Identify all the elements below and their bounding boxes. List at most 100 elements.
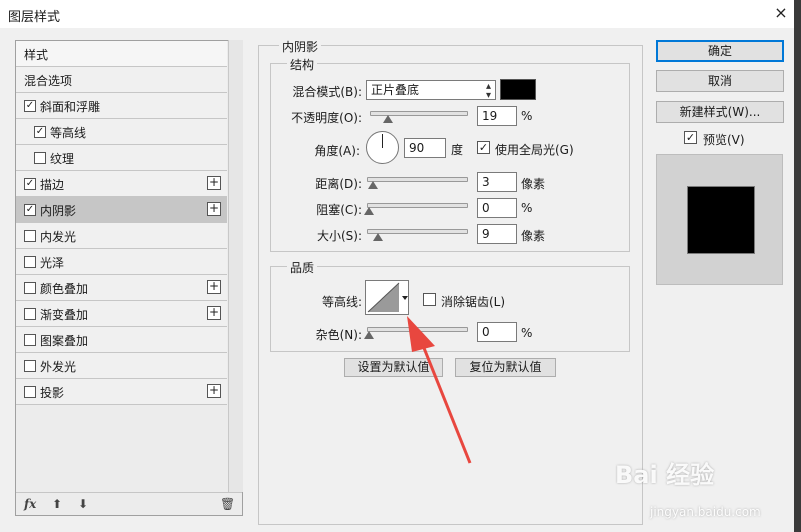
add-style-icon[interactable]: +	[207, 202, 221, 216]
checkmark-icon: ✓	[35, 126, 45, 137]
annotation-arrow	[407, 316, 472, 464]
style-list-item[interactable]: 样式	[16, 41, 227, 67]
style-item-checkbox[interactable]: ✓	[24, 204, 36, 216]
style-item-checkbox[interactable]: ✓	[24, 178, 36, 190]
style-item-checkbox[interactable]	[24, 334, 36, 346]
style-list-item[interactable]: 渐变叠加 +	[16, 301, 227, 327]
checkmark-icon: ✓	[25, 178, 35, 189]
angle-dial[interactable]	[366, 131, 399, 164]
opacity-slider-thumb[interactable]	[383, 115, 393, 123]
preview-checkbox[interactable]: ✓	[684, 131, 697, 144]
distance-unit: 像素	[521, 177, 546, 191]
distance-label: 距离(D):	[315, 177, 362, 191]
style-item-label: 投影	[40, 386, 65, 400]
blend-mode-value: 正片叠底	[371, 83, 420, 97]
style-item-label: 混合选项	[24, 74, 73, 88]
close-button[interactable]: ×	[769, 2, 793, 24]
style-item-checkbox[interactable]	[24, 386, 36, 398]
watermark-logo: Bai 经验	[615, 461, 715, 489]
style-item-checkbox[interactable]	[24, 360, 36, 372]
choke-input[interactable]: 0	[477, 198, 517, 218]
title-bar	[0, 0, 801, 28]
style-item-checkbox[interactable]	[24, 256, 36, 268]
inner-shadow-title: 内阴影	[279, 38, 322, 55]
style-item-checkbox[interactable]	[34, 152, 46, 164]
style-item-label: 渐变叠加	[40, 308, 89, 322]
angle-input[interactable]: 90	[404, 138, 446, 158]
distance-slider-thumb[interactable]	[368, 181, 378, 189]
contour-label: 等高线:	[321, 295, 362, 309]
opacity-unit: %	[521, 109, 533, 123]
size-input[interactable]: 9	[477, 224, 517, 244]
checkmark-icon: ✓	[25, 204, 35, 215]
style-list-scrollbar[interactable]	[228, 40, 243, 492]
add-style-icon[interactable]: +	[207, 176, 221, 190]
trash-icon[interactable]: 🗑	[220, 497, 235, 511]
noise-unit: %	[521, 326, 533, 340]
ok-button[interactable]: 确定	[656, 40, 784, 62]
style-list-item[interactable]: 内发光	[16, 223, 227, 249]
style-item-checkbox[interactable]: ✓	[24, 100, 36, 112]
shadow-color-swatch[interactable]	[500, 79, 536, 100]
choke-unit: %	[521, 201, 533, 215]
style-list-item[interactable]: 颜色叠加 +	[16, 275, 227, 301]
fx-icon[interactable]: fx	[24, 497, 36, 511]
style-list-item[interactable]: 外发光	[16, 353, 227, 379]
style-item-label: 斜面和浮雕	[40, 100, 101, 114]
noise-label: 杂色(N):	[315, 328, 362, 342]
style-list-item[interactable]: ✓ 等高线	[16, 119, 227, 145]
style-list-item[interactable]: 图案叠加	[16, 327, 227, 353]
size-label: 大小(S):	[316, 229, 362, 243]
quality-title: 品质	[287, 259, 318, 276]
add-style-icon[interactable]: +	[207, 306, 221, 320]
style-list-item[interactable]: ✓ 斜面和浮雕	[16, 93, 227, 119]
style-list-item[interactable]: 光泽	[16, 249, 227, 275]
style-item-label: 外发光	[40, 360, 77, 374]
style-list-footer: fx ⬆ ⬇ 🗑	[16, 492, 242, 515]
blend-mode-select[interactable]: 正片叠底 ▴ ▾	[366, 80, 496, 101]
style-item-checkbox[interactable]	[24, 230, 36, 242]
global-light-checkbox[interactable]: ✓	[477, 141, 490, 154]
angle-label: 角度(A):	[314, 144, 360, 158]
antialias-checkbox[interactable]	[423, 293, 436, 306]
background-strip	[794, 0, 801, 532]
size-slider-thumb[interactable]	[373, 233, 383, 241]
add-style-icon[interactable]: +	[207, 280, 221, 294]
move-down-icon[interactable]: ⬇	[78, 497, 88, 511]
style-item-label: 图案叠加	[40, 334, 89, 348]
choke-slider[interactable]	[367, 203, 468, 208]
style-item-checkbox[interactable]	[24, 282, 36, 294]
move-up-icon[interactable]: ⬆	[52, 497, 62, 511]
style-item-label: 内阴影	[40, 204, 77, 218]
style-list-item[interactable]: ✓ 内阴影 +	[16, 197, 227, 223]
noise-slider-thumb[interactable]	[364, 331, 374, 339]
cancel-button[interactable]: 取消	[656, 70, 784, 92]
style-list-item[interactable]: ✓ 描边 +	[16, 171, 227, 197]
add-style-icon[interactable]: +	[207, 384, 221, 398]
style-item-label: 等高线	[50, 126, 87, 140]
distance-slider[interactable]	[367, 177, 468, 182]
distance-input[interactable]: 3	[477, 172, 517, 192]
window-title: 图层样式	[8, 10, 61, 25]
style-item-label: 样式	[24, 48, 49, 62]
opacity-label: 不透明度(O):	[291, 111, 362, 125]
style-item-checkbox[interactable]	[24, 308, 36, 320]
style-list-item[interactable]: 混合选项	[16, 67, 227, 93]
size-unit: 像素	[521, 229, 546, 243]
style-item-label: 描边	[40, 178, 65, 192]
style-item-label: 内发光	[40, 230, 77, 244]
global-light-label: 使用全局光(G)	[495, 143, 574, 157]
checkmark-icon: ✓	[25, 100, 35, 111]
style-list-item[interactable]: 投影 +	[16, 379, 227, 405]
style-item-checkbox[interactable]: ✓	[34, 126, 46, 138]
choke-slider-thumb[interactable]	[364, 207, 374, 215]
checkmark-icon: ✓	[685, 131, 696, 144]
new-style-button[interactable]: 新建样式(W)...	[656, 101, 784, 123]
style-list-item[interactable]: 纹理	[16, 145, 227, 171]
structure-title: 结构	[287, 56, 318, 73]
angle-unit: 度	[451, 143, 464, 157]
opacity-input[interactable]: 19	[477, 106, 517, 126]
style-item-label: 光泽	[40, 256, 65, 270]
angle-dial-needle	[382, 134, 383, 148]
antialias-label: 消除锯齿(L)	[441, 295, 506, 309]
